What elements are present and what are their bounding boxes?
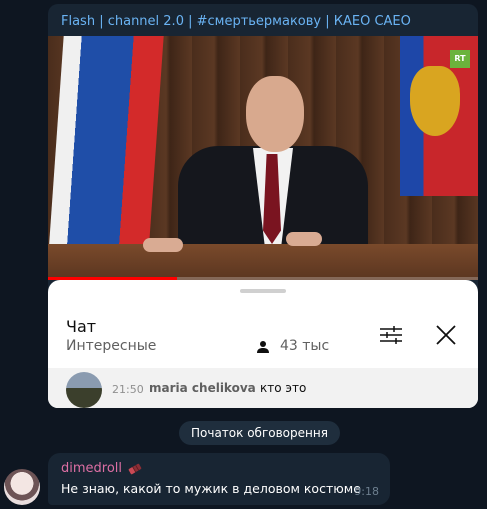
speaker-hand-right xyxy=(286,232,322,246)
chocolate-emoji-icon xyxy=(128,463,142,475)
chat-message-text: кто это xyxy=(260,381,307,395)
post-header[interactable]: Flash | channel 2.0 | #смертьермакову | … xyxy=(48,4,478,36)
rt-logo-icon: RT xyxy=(450,50,470,68)
avatar[interactable] xyxy=(4,469,40,505)
close-icon[interactable] xyxy=(435,324,457,346)
russian-flag-left xyxy=(48,36,164,256)
chat-title: Чат xyxy=(66,317,97,336)
viewer-count: 43 тыс xyxy=(280,338,330,354)
chat-message-time: 21:50 xyxy=(112,383,144,396)
reply-text: Не знаю, какой то мужик в деловом костюм… xyxy=(61,481,361,496)
speaker-hand-left xyxy=(143,238,183,252)
eagle-emblem-icon xyxy=(410,66,460,136)
reply-message: dimedroll Не знаю, какой то мужик в дело… xyxy=(48,453,390,505)
chat-message-row: 21:50 maria chelikova кто это xyxy=(48,368,478,408)
chat-message-author[interactable]: maria chelikova xyxy=(149,381,256,395)
desk xyxy=(48,244,478,280)
speaker-head xyxy=(246,76,304,152)
chat-filter-label[interactable]: Интересные xyxy=(66,338,156,354)
drag-handle[interactable] xyxy=(240,289,286,293)
person-icon xyxy=(257,341,269,353)
live-chat-panel: Чат Интересные 43 тыс 21:50 maria chelik… xyxy=(48,280,478,408)
avatar[interactable] xyxy=(66,372,102,408)
start-discussion-button[interactable]: Початок обговорення xyxy=(179,421,340,445)
reply-time: 9:18 xyxy=(354,485,379,498)
reply-author[interactable]: dimedroll xyxy=(61,461,122,476)
filter-sliders-icon[interactable] xyxy=(379,325,403,345)
channel-post: Flash | channel 2.0 | #смертьермакову | … xyxy=(48,4,478,408)
video-screenshot[interactable]: RT xyxy=(48,36,478,280)
